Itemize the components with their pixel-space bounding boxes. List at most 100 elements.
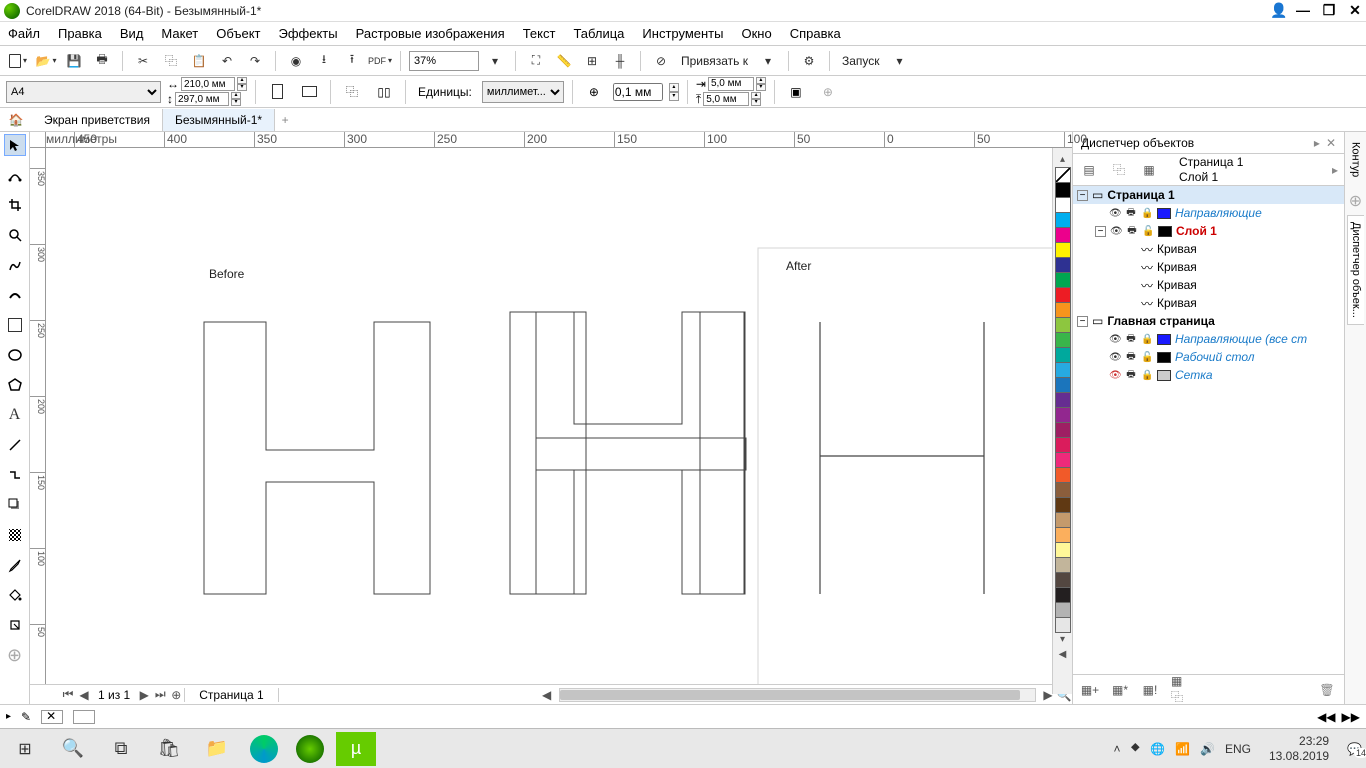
layer-view-button[interactable]: ▦ (1139, 160, 1159, 180)
horizontal-ruler[interactable]: миллиметры 45040035030025020015010050050… (46, 132, 1072, 148)
duplicate-layer-button[interactable]: ▦⿻ (1171, 681, 1189, 699)
current-page-button[interactable]: ▯▯ (371, 80, 397, 104)
user-icon[interactable]: 👤 (1270, 2, 1284, 19)
ellipse-tool[interactable] (4, 344, 26, 366)
show-rulers-button[interactable]: 📏 (552, 49, 576, 73)
color-swatch[interactable] (1055, 497, 1071, 513)
menu-file[interactable]: Файл (8, 26, 40, 41)
color-swatch[interactable] (1055, 407, 1071, 423)
page-tab[interactable]: Страница 1 (184, 688, 278, 702)
open-button[interactable]: 📂 (34, 49, 58, 73)
color-swatch[interactable] (1055, 527, 1071, 543)
tab-add-button[interactable]: + (275, 113, 295, 127)
status-scroll-right[interactable]: ▶▶ (1342, 710, 1360, 724)
options-button[interactable]: ⚙ (797, 49, 821, 73)
text-tool[interactable]: A (4, 404, 26, 426)
fullscreen-button[interactable]: ⛶ (524, 49, 548, 73)
color-swatch[interactable] (1055, 572, 1071, 588)
prev-page-button[interactable]: ◀ (76, 688, 92, 702)
no-color-swatch[interactable] (1055, 167, 1071, 183)
docker-menu-button[interactable]: ▸ (1332, 163, 1338, 177)
tree-curve-1[interactable]: 〰Кривая (1073, 240, 1344, 258)
dup-y-input[interactable] (703, 92, 749, 106)
parallel-dimension-tool[interactable] (4, 434, 26, 456)
menu-view[interactable]: Вид (120, 26, 144, 41)
menu-tools[interactable]: Инструменты (642, 26, 723, 41)
tab-welcome[interactable]: Экран приветствия (32, 109, 163, 131)
close-button[interactable]: ✕ (1348, 2, 1362, 19)
wifi-icon[interactable]: 📶 (1175, 742, 1190, 756)
artistic-media-tool[interactable] (4, 284, 26, 306)
home-icon[interactable]: 🏠 (6, 110, 26, 130)
all-pages-button[interactable]: ⿻ (339, 80, 365, 104)
save-button[interactable]: 💾 (62, 49, 86, 73)
utorrent-button[interactable]: µ (336, 732, 376, 766)
color-swatch[interactable] (1055, 182, 1071, 198)
color-swatch[interactable] (1055, 452, 1071, 468)
snap-to-label[interactable]: Привязать к (677, 54, 752, 68)
outline-pen-icon[interactable]: ✎ (21, 710, 31, 724)
snap-dropdown[interactable]: ▾ (756, 49, 780, 73)
ruler-corner[interactable] (30, 132, 46, 148)
color-swatch[interactable] (1055, 332, 1071, 348)
color-swatch[interactable] (1055, 437, 1071, 453)
redo-button[interactable]: ↷ (243, 49, 267, 73)
explorer-button[interactable]: 📁 (196, 731, 238, 767)
clock-time[interactable]: 23:29 (1269, 734, 1329, 748)
interactive-fill-tool[interactable] (4, 584, 26, 606)
hints-prev-button[interactable]: ▸ (6, 711, 11, 722)
volume-icon[interactable]: 🔊 (1200, 742, 1215, 756)
landscape-button[interactable] (296, 80, 322, 104)
export-button[interactable]: ⭱ (340, 49, 364, 73)
eyedropper-tool[interactable] (4, 554, 26, 576)
color-swatch[interactable] (1055, 602, 1071, 618)
search-content-button[interactable]: ◉ (284, 49, 308, 73)
tree-curve-4[interactable]: 〰Кривая (1073, 294, 1344, 312)
tree-grid[interactable]: 👁🖶🔒 Сетка (1073, 366, 1344, 384)
tree-master-page[interactable]: − ▭ Главная страница (1073, 312, 1344, 330)
tree-guides[interactable]: 👁🖶🔒 Направляющие (1073, 204, 1344, 222)
docker-close-button[interactable]: ✕ (1326, 136, 1336, 150)
color-swatch[interactable] (1055, 347, 1071, 363)
new-button[interactable] (6, 49, 30, 73)
publish-pdf-button[interactable]: PDF (368, 49, 392, 73)
color-swatch[interactable] (1055, 257, 1071, 273)
show-pages-button[interactable]: ⿻ (1109, 160, 1129, 180)
color-swatch[interactable] (1055, 287, 1071, 303)
connector-tool[interactable] (4, 464, 26, 486)
color-swatch[interactable] (1055, 377, 1071, 393)
dropbox-icon[interactable]: ⯁ (1131, 741, 1141, 756)
tab-document[interactable]: Безымянный-1* (163, 109, 275, 131)
last-page-button[interactable]: ⏭ (152, 687, 168, 702)
page-width-input[interactable] (181, 77, 235, 91)
menu-bitmaps[interactable]: Растровые изображения (356, 26, 505, 41)
color-swatch[interactable] (1055, 212, 1071, 228)
page-size-select[interactable]: A4 (6, 81, 161, 103)
add-tool-button[interactable]: ⊕ (4, 644, 26, 666)
menu-text[interactable]: Текст (523, 26, 556, 41)
treat-as-filled-button[interactable]: ▣ (783, 80, 809, 104)
corel-button[interactable] (296, 735, 324, 763)
color-swatch[interactable] (1055, 557, 1071, 573)
store-button[interactable]: 🛍 (148, 731, 190, 767)
transparency-tool[interactable] (4, 524, 26, 546)
new-master-all-button[interactable]: ▦! (1141, 681, 1159, 699)
tree-layer-1[interactable]: − 👁🖶🔓 Слой 1 (1073, 222, 1344, 240)
layer-manager-view-button[interactable]: ▤ (1079, 160, 1099, 180)
polygon-tool[interactable] (4, 374, 26, 396)
page-height-input[interactable] (175, 92, 229, 106)
canvas[interactable]: Before After (46, 148, 1072, 684)
new-master-layer-button[interactable]: ▦* (1111, 681, 1129, 699)
drop-shadow-tool[interactable] (4, 494, 26, 516)
delete-button[interactable]: 🗑 (1318, 681, 1336, 699)
color-swatch[interactable] (1055, 302, 1071, 318)
tree-desktop[interactable]: 👁🖶🔓 Рабочий стол (1073, 348, 1344, 366)
import-button[interactable]: ⭳ (312, 49, 336, 73)
new-layer-button[interactable]: ▦+ (1081, 681, 1099, 699)
palette-flyout-button[interactable]: ◀ (1059, 647, 1067, 662)
task-view-button[interactable]: ⧉ (100, 731, 142, 767)
start-button[interactable]: ⊞ (4, 731, 46, 767)
units-select[interactable]: миллимет... (482, 81, 564, 103)
vtab-contour[interactable]: Контур (1348, 136, 1364, 183)
nudge-input[interactable] (613, 83, 663, 101)
